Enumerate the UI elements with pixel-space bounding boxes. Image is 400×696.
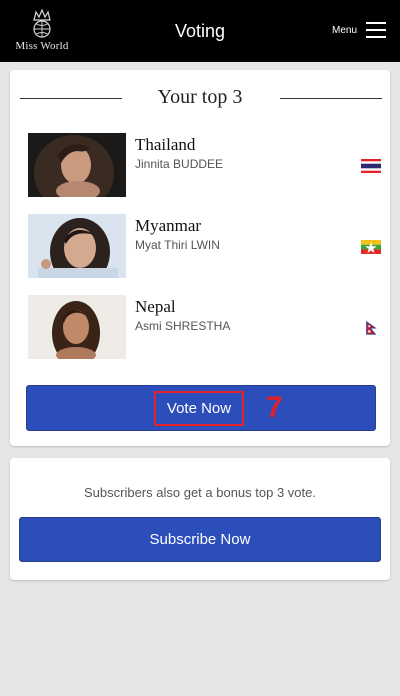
contestant-country: Nepal bbox=[135, 297, 176, 316]
contestant-name: Myat Thiri LWIN bbox=[135, 238, 220, 252]
subscribe-now-button[interactable]: Subscribe Now bbox=[19, 517, 381, 562]
list-item[interactable]: Myanmar Myat Thiri LWIN bbox=[28, 214, 381, 278]
hamburger-menu-icon[interactable] bbox=[366, 22, 386, 38]
top3-card: Your top 3 Thailand Jinnita BUDDEE Myanm… bbox=[10, 70, 390, 446]
vote-now-label: Vote Now bbox=[166, 400, 232, 417]
top-bar: Miss World Voting Menu bbox=[0, 0, 400, 62]
contestant-photo bbox=[28, 133, 126, 197]
contestant-country: Thailand bbox=[135, 135, 196, 154]
myanmar-flag-icon bbox=[361, 240, 381, 254]
heading-divider-right bbox=[280, 98, 382, 99]
list-item[interactable]: Nepal Asmi SHRESTHA bbox=[28, 295, 380, 359]
nepal-flag-icon bbox=[366, 321, 377, 335]
contestant-photo bbox=[28, 295, 126, 359]
subscribe-info-text: Subscribers also get a bonus top 3 vote. bbox=[84, 485, 316, 500]
contestant-country: Myanmar bbox=[135, 216, 202, 235]
vote-now-button[interactable]: Vote Now 7 bbox=[26, 385, 376, 431]
contestant-name: Asmi SHRESTHA bbox=[135, 319, 231, 333]
subscribe-card: Subscribers also get a bonus top 3 vote.… bbox=[10, 458, 390, 580]
list-item[interactable]: Thailand Jinnita BUDDEE bbox=[28, 133, 381, 197]
contestant-photo bbox=[28, 214, 126, 278]
menu-label[interactable]: Menu bbox=[332, 25, 357, 36]
step-number-annotation: 7 bbox=[266, 391, 283, 424]
contestant-name: Jinnita BUDDEE bbox=[135, 157, 224, 171]
thailand-flag-icon bbox=[361, 159, 381, 173]
